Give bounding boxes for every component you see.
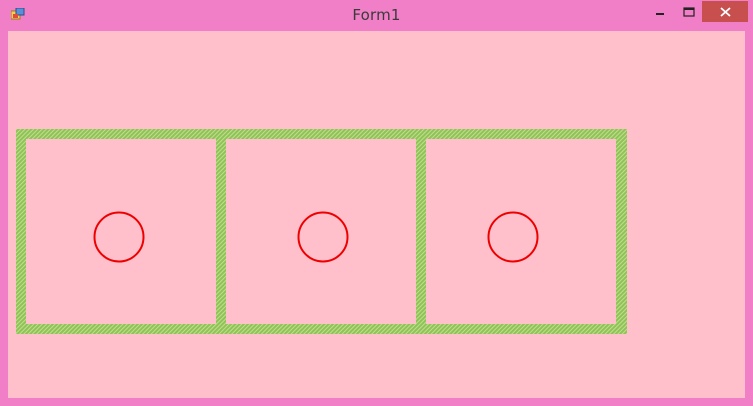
maximize-icon: [682, 6, 695, 17]
form-client-area: [8, 31, 745, 398]
close-icon: [719, 6, 731, 17]
panel-2[interactable]: [226, 139, 416, 324]
window: Form1: [0, 0, 753, 406]
title-bar[interactable]: Form1: [0, 0, 753, 31]
close-button[interactable]: [702, 1, 748, 22]
panel-1[interactable]: [26, 139, 216, 324]
panel-3[interactable]: [426, 139, 616, 324]
minimize-icon: [656, 12, 664, 15]
window-title: Form1: [352, 6, 401, 24]
minimize-button[interactable]: [645, 1, 675, 22]
maximize-button[interactable]: [675, 1, 702, 22]
panel-board: [16, 129, 627, 334]
